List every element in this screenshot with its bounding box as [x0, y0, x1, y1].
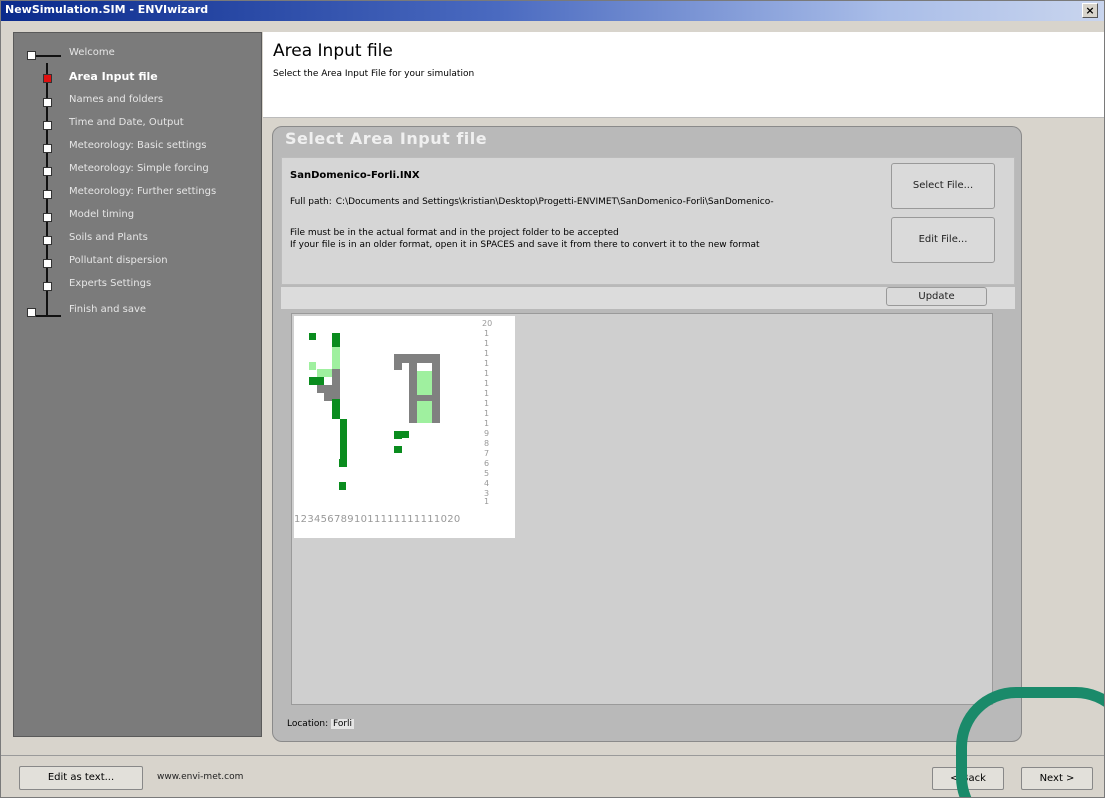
svg-text:1: 1: [484, 329, 489, 338]
svg-text:1: 1: [484, 349, 489, 358]
wizard-window: NewSimulation.SIM - ENVIwizard × Welcome…: [0, 0, 1105, 798]
step-meteo-basic[interactable]: Meteorology: Basic settings: [14, 139, 263, 157]
location-row: Location: Forli: [287, 719, 355, 729]
svg-text:1: 1: [484, 399, 489, 408]
page-header: Area Input file Select the Area Input Fi…: [263, 32, 1104, 118]
area-map-graphic: 20111111111198765431: [309, 319, 492, 506]
annotation-ring: [956, 687, 1104, 797]
svg-text:20: 20: [482, 319, 492, 328]
step-box-icon: [43, 190, 52, 199]
step-box-icon: [43, 144, 52, 153]
location-value: Forli: [330, 719, 355, 729]
website-url[interactable]: www.envi-met.com: [157, 772, 243, 782]
step-label: Time and Date, Output: [69, 117, 184, 128]
step-box-icon: [27, 51, 36, 60]
svg-text:1: 1: [484, 359, 489, 368]
svg-text:9: 9: [484, 429, 489, 438]
step-label: Soils and Plants: [69, 232, 148, 243]
svg-text:1: 1: [484, 497, 489, 506]
window-title: NewSimulation.SIM - ENVIwizard: [5, 3, 209, 16]
svg-text:5: 5: [484, 469, 489, 478]
close-button[interactable]: ×: [1082, 3, 1098, 18]
step-label: Pollutant dispersion: [69, 255, 168, 266]
step-finish-save[interactable]: Finish and save: [14, 303, 263, 321]
area-preview-viewer: 20 1 1 1 1 1 1 1 1 1 1 9 8 7 6 5 4 3 1 1234567891011111111…: [291, 313, 993, 705]
format-message-line2: If your file is in an older format, open…: [290, 240, 760, 250]
step-label: Meteorology: Further settings: [69, 186, 217, 197]
step-box-icon: [43, 98, 52, 107]
step-box-icon: [43, 282, 52, 291]
edit-file-button[interactable]: Edit File...: [891, 217, 995, 263]
step-meteo-simple-forcing[interactable]: Meteorology: Simple forcing: [14, 162, 263, 180]
step-label: Meteorology: Simple forcing: [69, 163, 209, 174]
step-time-date-output[interactable]: Time and Date, Output: [14, 116, 263, 134]
y-axis-labels: 20111111111198765431: [482, 319, 492, 506]
step-model-timing[interactable]: Model timing: [14, 208, 263, 226]
svg-text:1: 1: [484, 369, 489, 378]
svg-text:8: 8: [484, 439, 489, 448]
wizard-footer: Edit as text... www.envi-met.com < Back …: [1, 755, 1104, 797]
step-box-icon: [43, 121, 52, 130]
update-bar: Update: [281, 287, 1015, 309]
active-step-icon: [43, 74, 52, 83]
step-names-folders[interactable]: Names and folders: [14, 93, 263, 111]
format-message: File must be in the actual format and in…: [290, 227, 760, 251]
step-soils-plants[interactable]: Soils and Plants: [14, 231, 263, 249]
step-pollutant-dispersion[interactable]: Pollutant dispersion: [14, 254, 263, 272]
step-box-icon: [43, 167, 52, 176]
full-path-label: Full path:: [290, 197, 332, 207]
select-area-input-panel: Select Area Input file SanDomenico-Forli…: [272, 126, 1022, 742]
step-experts-settings[interactable]: Experts Settings: [14, 277, 263, 295]
step-area-input-file[interactable]: Area Input file: [14, 69, 263, 87]
svg-text:1: 1: [484, 409, 489, 418]
svg-text:1: 1: [484, 419, 489, 428]
svg-text:1: 1: [484, 389, 489, 398]
svg-text:1: 1: [484, 339, 489, 348]
step-box-icon: [43, 236, 52, 245]
format-message-line1: File must be in the actual format and in…: [290, 228, 619, 238]
location-label: Location:: [287, 719, 329, 729]
step-box-icon: [43, 213, 52, 222]
step-label: Model timing: [69, 209, 135, 220]
step-label: Experts Settings: [69, 278, 152, 289]
panel-title: Select Area Input file: [285, 129, 488, 148]
page-title: Area Input file: [273, 41, 393, 61]
close-icon: ×: [1085, 4, 1095, 17]
step-label: Finish and save: [69, 304, 147, 315]
page-subtitle: Select the Area Input File for your simu…: [273, 69, 475, 79]
step-welcome[interactable]: Welcome: [14, 46, 263, 64]
svg-text:7: 7: [484, 449, 489, 458]
edit-as-text-button[interactable]: Edit as text...: [19, 766, 143, 790]
full-path-value: C:\Documents and Settings\kristian\Deskt…: [335, 197, 774, 207]
step-box-icon: [43, 259, 52, 268]
x-axis-labels: 1234567891011111111111020: [294, 514, 461, 525]
select-file-button[interactable]: Select File...: [891, 163, 995, 209]
full-path-row: Full path: C:\Documents and Settings\kris…: [290, 197, 882, 207]
step-label: Names and folders: [69, 94, 164, 105]
file-name: SanDomenico-Forli.INX: [290, 170, 420, 181]
svg-text:4: 4: [484, 479, 489, 488]
area-map-preview: 20 1 1 1 1 1 1 1 1 1 1 9 8 7 6 5 4 3 1 1234567891011111111…: [294, 316, 515, 538]
step-box-icon: [27, 308, 36, 317]
step-label: Area Input file: [69, 70, 158, 83]
map-cells: [309, 333, 440, 490]
update-button[interactable]: Update: [886, 287, 987, 306]
title-bar: NewSimulation.SIM - ENVIwizard ×: [1, 1, 1104, 21]
svg-text:6: 6: [484, 459, 489, 468]
wizard-steps-sidebar: Welcome Area Input file Names and folder…: [13, 32, 262, 737]
step-label: Meteorology: Basic settings: [69, 140, 207, 151]
svg-text:1: 1: [484, 379, 489, 388]
step-label: Welcome: [69, 47, 115, 58]
file-info-box: SanDomenico-Forli.INX Full path: C:\Docum…: [281, 157, 1015, 285]
step-meteo-further[interactable]: Meteorology: Further settings: [14, 185, 263, 203]
